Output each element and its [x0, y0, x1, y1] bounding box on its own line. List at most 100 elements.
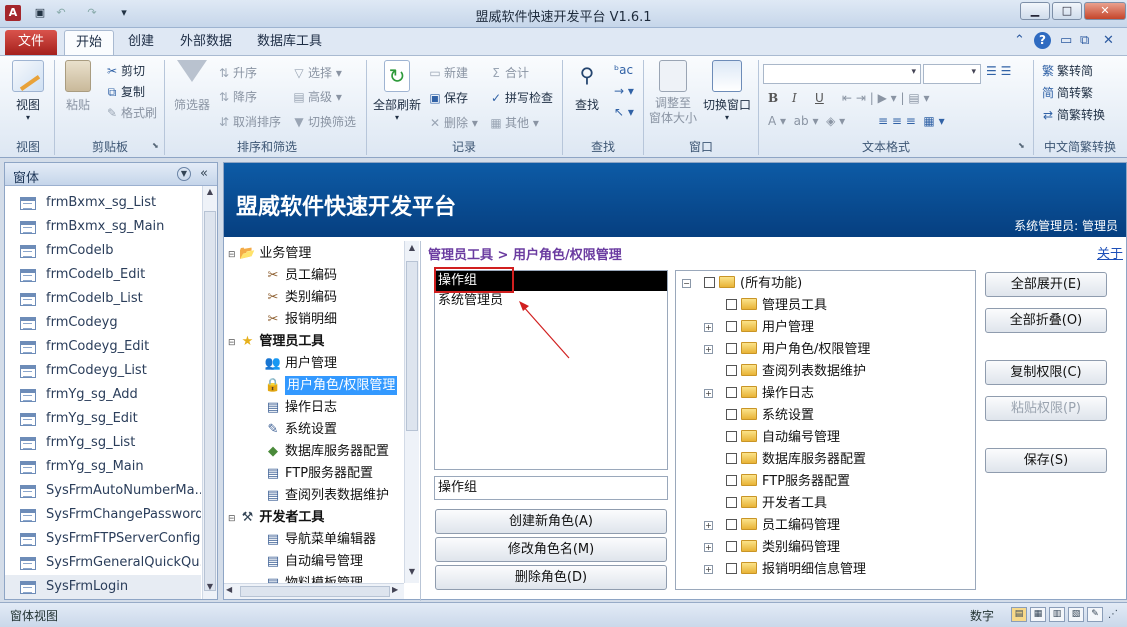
nav-item[interactable]: frmCodeyg_List — [5, 359, 201, 383]
scroll-down-icon[interactable]: ▼ — [406, 567, 418, 576]
minimize-ribbon-icon[interactable]: ⌃ — [1014, 33, 1025, 48]
permission-checkbox[interactable] — [726, 321, 737, 332]
tree-collapse-icon[interactable]: ⊟ — [228, 250, 238, 260]
advanced-button[interactable]: ▤ 高级 ▾ — [291, 88, 342, 105]
replace-icon[interactable]: ᵇac — [614, 63, 633, 77]
nav-item[interactable]: frmYg_sg_Main — [5, 455, 201, 479]
nav-item[interactable]: frmBxmx_sg_Main — [5, 215, 201, 239]
conversion-button[interactable]: ⇄ 简繁转换 — [1040, 106, 1105, 123]
chevron-down-icon[interactable]: ▼ — [177, 167, 191, 181]
tab-database-tools[interactable]: 数据库工具 — [257, 30, 322, 55]
sort-ascending-button[interactable]: ⇅ 升序 — [216, 64, 257, 81]
expand-icon[interactable]: + — [704, 521, 713, 530]
collapse-all-button[interactable]: 全部折叠(O) — [985, 308, 1107, 333]
menu-tree-node[interactable]: ◆ 数据库服务器配置 — [224, 441, 404, 463]
permission-node[interactable]: 开发者工具 — [726, 493, 827, 515]
menu-tree-node[interactable]: ✎ 系统设置 — [224, 419, 404, 441]
permission-node[interactable]: 管理员工具 — [726, 295, 827, 317]
menu-tree-node[interactable]: ⊟ 📂 业务管理 — [224, 243, 404, 265]
scroll-down-icon[interactable]: ▼ — [204, 582, 216, 596]
permission-checkbox[interactable] — [704, 277, 715, 288]
create-role-button[interactable]: 创建新角色(A) — [435, 509, 667, 534]
permission-checkbox[interactable] — [726, 453, 737, 464]
underline-button[interactable]: U — [815, 91, 824, 105]
font-name-combo[interactable]: ▾ — [763, 64, 921, 84]
filter-button[interactable]: 筛选器 — [170, 60, 214, 113]
expand-icon[interactable]: + — [704, 389, 713, 398]
tab-external-data[interactable]: 外部数据 — [180, 30, 232, 55]
paste-button[interactable]: 粘贴 — [60, 60, 96, 113]
permission-node[interactable]: 用户管理 — [726, 317, 814, 339]
permission-node[interactable]: (所有功能) — [704, 273, 802, 295]
permission-checkbox[interactable] — [726, 431, 737, 442]
totals-button[interactable]: Σ 合计 — [488, 64, 529, 81]
permission-node[interactable]: 员工编码管理 — [726, 515, 840, 537]
menu-tree-node[interactable]: ▤ 查阅列表数据维护 — [224, 485, 404, 507]
permission-checkbox[interactable] — [726, 299, 737, 310]
spelling-button[interactable]: ✓ 拼写检查 — [488, 89, 553, 106]
minimize-button[interactable]: ▁ — [1020, 2, 1050, 20]
nav-item[interactable]: frmCodeyg_Edit — [5, 335, 201, 359]
scroll-right-icon[interactable]: ▶ — [392, 585, 398, 594]
permission-node[interactable]: 系统设置 — [726, 405, 814, 427]
menu-tree-hscroll-thumb[interactable] — [240, 586, 390, 597]
nav-pane-header[interactable]: 窗体 ▼ « — [5, 163, 217, 186]
nav-item[interactable]: SysFrmChangePassword — [5, 503, 201, 527]
copy-button[interactable]: ⧉ 复制 — [104, 83, 145, 100]
paste-permissions-button[interactable]: 粘贴权限(P) — [985, 396, 1107, 421]
dialog-launcher-icon[interactable]: ⬊ — [1018, 141, 1025, 150]
size-to-fit-button[interactable]: 调整至 窗体大小 — [648, 60, 698, 126]
menu-tree-vscrollbar[interactable]: ▲ ▼ — [404, 241, 419, 583]
dialog-launcher-icon[interactable]: ⬊ — [152, 141, 159, 150]
permission-checkbox[interactable] — [726, 387, 737, 398]
delete-role-button[interactable]: 删除角色(D) — [435, 565, 667, 590]
scroll-up-icon[interactable]: ▲ — [204, 187, 216, 201]
tab-create[interactable]: 创建 — [128, 30, 154, 55]
nav-scroll-thumb[interactable] — [204, 211, 216, 591]
permission-checkbox[interactable] — [726, 541, 737, 552]
tree-collapse-icon[interactable]: ⊟ — [228, 514, 238, 524]
expand-all-button[interactable]: 全部展开(E) — [985, 272, 1107, 297]
nav-scrollbar[interactable]: ▲ ▼ — [202, 186, 217, 599]
permission-checkbox[interactable] — [726, 519, 737, 530]
close-button[interactable]: ✕ — [1084, 2, 1126, 20]
menu-tree-node[interactable]: ⊟ ⚒ 开发者工具 — [224, 507, 404, 529]
scroll-left-icon[interactable]: ◀ — [226, 585, 232, 594]
delete-record-button[interactable]: ✕ 删除 ▾ — [427, 114, 478, 131]
nav-item[interactable]: SysFrmAutoNumberMa... — [5, 479, 201, 503]
menu-tree-node[interactable]: ✂ 员工编码 — [224, 265, 404, 287]
menu-tree-node[interactable]: ▤ 导航菜单编辑器 — [224, 529, 404, 551]
menu-tree-node[interactable]: ✂ 报销明细 — [224, 309, 404, 331]
permission-tree[interactable]: (所有功能) − 管理员工具 用户管理 + 用户角色/权限管理 + 查阅列表数据维护 操作日志 +… — [675, 270, 976, 590]
collapse-icon[interactable]: − — [682, 279, 691, 288]
goto-icon[interactable]: → ▾ — [614, 84, 634, 98]
scroll-up-icon[interactable]: ▲ — [406, 243, 418, 252]
select-icon[interactable]: ↖ ▾ — [614, 105, 634, 119]
nav-item[interactable]: frmCodelb_List — [5, 287, 201, 311]
doc-restore-icon[interactable]: ⧉ — [1080, 33, 1089, 48]
form-view-icon[interactable]: ▤ — [1011, 607, 1027, 622]
cut-button[interactable]: ✂ 剪切 — [104, 62, 145, 79]
collapse-pane-icon[interactable]: « — [200, 166, 208, 181]
simp-to-trad-button[interactable]: 简简转繁 — [1040, 84, 1093, 101]
permission-node[interactable]: 数据库服务器配置 — [726, 449, 866, 471]
permission-node[interactable]: 操作日志 — [726, 383, 814, 405]
menu-tree-node[interactable]: 👥 用户管理 — [224, 353, 404, 375]
sort-descending-button[interactable]: ⇅ 降序 — [216, 88, 257, 105]
nav-item[interactable]: SysFrmGeneralQuickQu... — [5, 551, 201, 575]
datasheet-view-icon[interactable]: ▦ — [1030, 607, 1046, 622]
help-icon[interactable]: ? — [1034, 32, 1051, 49]
permission-checkbox[interactable] — [726, 343, 737, 354]
save-record-button[interactable]: ▣ 保存 — [427, 89, 468, 106]
layout-view-icon[interactable]: ▥ — [1049, 607, 1065, 622]
find-button[interactable]: ⚲ 查找 — [567, 60, 607, 113]
doc-minimize-icon[interactable]: ▭ — [1060, 33, 1072, 48]
copy-permissions-button[interactable]: 复制权限(C) — [985, 360, 1107, 385]
nav-item[interactable]: SysFrmFTPServerConfig — [5, 527, 201, 551]
about-link[interactable]: 关于 — [1097, 243, 1123, 262]
permission-node[interactable]: FTP服务器配置 — [726, 471, 850, 493]
resize-grip-icon[interactable]: ⋰ — [1108, 609, 1118, 620]
permission-node[interactable]: 查阅列表数据维护 — [726, 361, 866, 383]
design-view-icon[interactable]: ✎ — [1087, 607, 1103, 622]
menu-tree-node[interactable]: ✂ 类别编码 — [224, 287, 404, 309]
